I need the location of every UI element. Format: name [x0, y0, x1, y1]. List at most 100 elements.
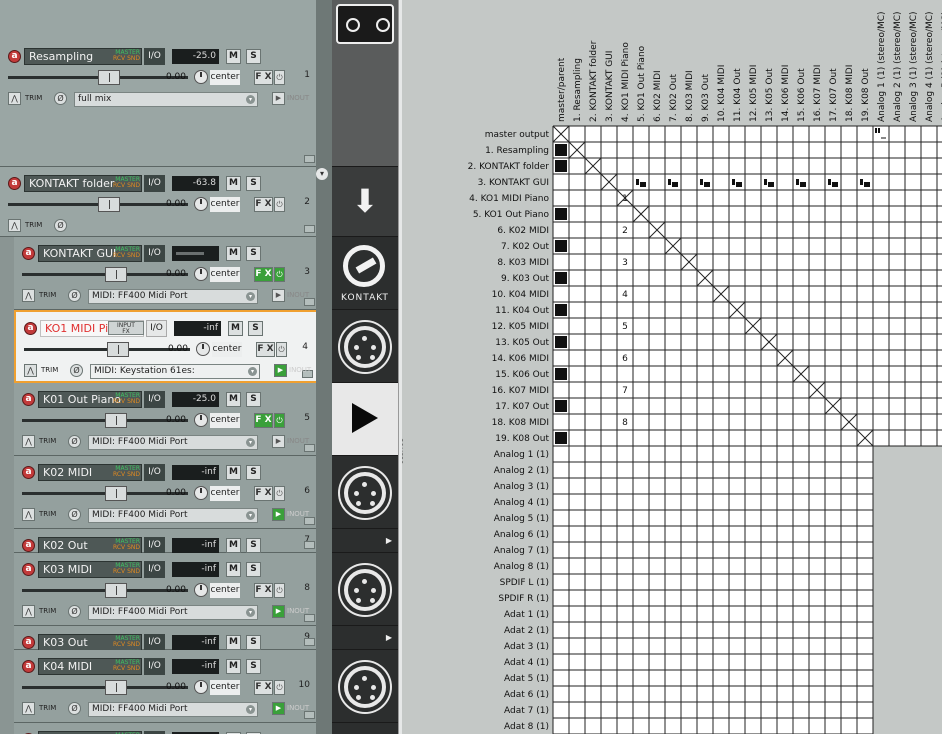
track-icon-slot[interactable]: ⬇ — [332, 167, 398, 237]
record-arm-button[interactable]: a — [22, 660, 35, 673]
trim-label[interactable]: TRIM — [39, 508, 56, 521]
routing-indicator[interactable]: MASTERRCV SND — [106, 50, 140, 63]
record-arm-button[interactable]: a — [22, 247, 35, 260]
routing-indicator[interactable]: MASTERRCV SND — [106, 660, 140, 673]
solo-button[interactable]: S — [246, 392, 261, 407]
track-icon-slot[interactable] — [332, 0, 398, 167]
phase-invert-button[interactable]: Ø — [68, 605, 81, 618]
trim-label[interactable]: TRIM — [25, 219, 42, 232]
track-resize-grip[interactable] — [304, 638, 315, 646]
solo-button[interactable]: S — [246, 176, 261, 191]
record-input-select[interactable]: MIDI: FF400 Midi Port ▾ — [88, 605, 258, 620]
volume-fader[interactable]: 0.00 — [22, 583, 188, 598]
audio-send-marker[interactable] — [732, 179, 735, 185]
mute-button[interactable]: M — [226, 49, 241, 64]
phase-invert-button[interactable]: Ø — [70, 364, 83, 377]
pan-knob[interactable] — [194, 197, 208, 211]
record-arm-button[interactable]: a — [8, 50, 21, 63]
audio-send-marker[interactable] — [704, 182, 710, 187]
track-panel[interactable]: 9 a K03 Out MASTER RCV SND I/O -inf M S — [14, 626, 318, 651]
fader-thumb[interactable] — [98, 70, 120, 85]
record-monitor-button[interactable]: ▶ — [272, 605, 285, 618]
mute-button[interactable]: M — [226, 659, 241, 674]
record-input-select[interactable]: MIDI: FF400 Midi Port ▾ — [88, 289, 258, 304]
envelope-button[interactable]: ⋀ — [24, 364, 37, 377]
audio-send-marker[interactable] — [640, 182, 646, 187]
solo-button[interactable]: S — [246, 562, 261, 577]
fader-thumb[interactable] — [105, 680, 127, 695]
io-routing-button[interactable]: I/O — [144, 658, 165, 675]
track-panel[interactable]: 3 a KONTAKT GUI MASTER RCV SND I/O M S 0.00 cente… — [14, 237, 318, 310]
fader-thumb[interactable] — [105, 413, 127, 428]
routing-indicator[interactable]: MASTERRCV SND — [106, 539, 140, 552]
envelope-button[interactable]: ⋀ — [22, 435, 35, 448]
fx-button[interactable]: F X — [254, 267, 273, 282]
audio-send-marker[interactable] — [768, 182, 774, 187]
fader-thumb[interactable] — [98, 197, 120, 212]
routing-indicator[interactable]: MASTERRCV SND — [106, 563, 140, 576]
midi-send-number[interactable]: 5 — [622, 322, 628, 332]
fader-thumb[interactable] — [107, 342, 129, 357]
fx-button[interactable]: F X — [254, 583, 273, 598]
fx-button[interactable]: F X — [256, 342, 275, 357]
track-icon-slot[interactable]: ▶ — [332, 529, 398, 553]
solo-button[interactable]: S — [246, 635, 261, 650]
trim-label[interactable]: TRIM — [39, 605, 56, 618]
audio-send-marker[interactable] — [672, 182, 678, 187]
fx-bypass-button[interactable]: ⏻ — [274, 413, 285, 428]
trim-label[interactable]: TRIM — [25, 92, 42, 105]
hardware-output-marker[interactable] — [878, 128, 880, 133]
solo-button[interactable]: S — [246, 659, 261, 674]
midi-send-number[interactable]: 8 — [622, 418, 628, 428]
volume-fader[interactable]: 0.00 — [22, 486, 188, 501]
envelope-button[interactable]: ⋀ — [22, 508, 35, 521]
mute-button[interactable]: M — [226, 176, 241, 191]
trim-label[interactable]: TRIM — [41, 364, 58, 377]
matrix-grid[interactable]: master output 1. Resampling 2. KONTAKT fol… — [402, 0, 942, 734]
audio-send-marker[interactable] — [800, 182, 806, 187]
fx-bypass-button[interactable]: ⏻ — [274, 197, 285, 212]
record-arm-button[interactable]: a — [22, 393, 35, 406]
audio-send-marker[interactable] — [828, 179, 831, 185]
record-input-select[interactable]: MIDI: FF400 Midi Port ▾ — [88, 508, 258, 523]
record-monitor-button[interactable]: ▶ — [272, 702, 285, 715]
track-resize-grip[interactable] — [304, 225, 315, 233]
audio-send-marker[interactable] — [832, 182, 838, 187]
volume-fader[interactable]: 0.00 — [8, 70, 188, 85]
fx-bypass-button[interactable]: ⏻ — [274, 267, 285, 282]
record-monitor-button[interactable]: ▶ — [274, 364, 287, 377]
phase-invert-button[interactable]: Ø — [68, 508, 81, 521]
fx-button[interactable]: F X — [254, 197, 273, 212]
record-arm-button[interactable]: a — [24, 322, 37, 335]
io-routing-button[interactable]: I/O — [144, 175, 165, 192]
phase-invert-button[interactable]: Ø — [68, 702, 81, 715]
track-icon-slot[interactable] — [332, 553, 398, 626]
track-icon-slot[interactable]: KONTAKT — [332, 237, 398, 310]
mute-button[interactable]: M — [226, 465, 241, 480]
parent-send-cell[interactable] — [555, 272, 567, 284]
record-monitor-button[interactable]: ▶ — [272, 435, 285, 448]
track-panel[interactable]: 8 a K03 MIDI MASTER RCV SND I/O -inf M S 0.00 cent… — [14, 553, 318, 626]
track-panel[interactable]: aK04 OutMASTERRCV SNDI/OMS — [14, 723, 318, 734]
track-icon-slot[interactable] — [332, 383, 398, 456]
record-monitor-button[interactable]: ▶ — [272, 92, 285, 105]
solo-button[interactable]: S — [248, 321, 263, 336]
solo-button[interactable]: S — [246, 465, 261, 480]
volume-fader[interactable]: 0.00 — [24, 342, 190, 357]
volume-fader[interactable]: 0.00 — [22, 680, 188, 695]
pan-knob[interactable] — [194, 680, 208, 694]
parent-send-cell[interactable] — [555, 240, 567, 252]
fader-thumb[interactable] — [105, 583, 127, 598]
track-icon-slot[interactable] — [332, 310, 398, 383]
solo-button[interactable]: S — [246, 538, 261, 553]
track-panel[interactable]: 1 a Resampling MASTER RCV SND I/O -25.0 M S 0.00 c… — [0, 0, 318, 167]
mute-button[interactable]: M — [226, 246, 241, 261]
midi-send-number[interactable]: 4 — [622, 290, 628, 300]
io-routing-button[interactable]: I/O — [144, 48, 165, 65]
pan-knob[interactable] — [194, 583, 208, 597]
folder-collapse-button[interactable]: ▾ — [316, 168, 328, 180]
audio-send-marker[interactable] — [864, 182, 870, 187]
pan-knob[interactable] — [194, 486, 208, 500]
trim-label[interactable]: TRIM — [39, 702, 56, 715]
io-routing-button[interactable]: I/O — [144, 391, 165, 408]
